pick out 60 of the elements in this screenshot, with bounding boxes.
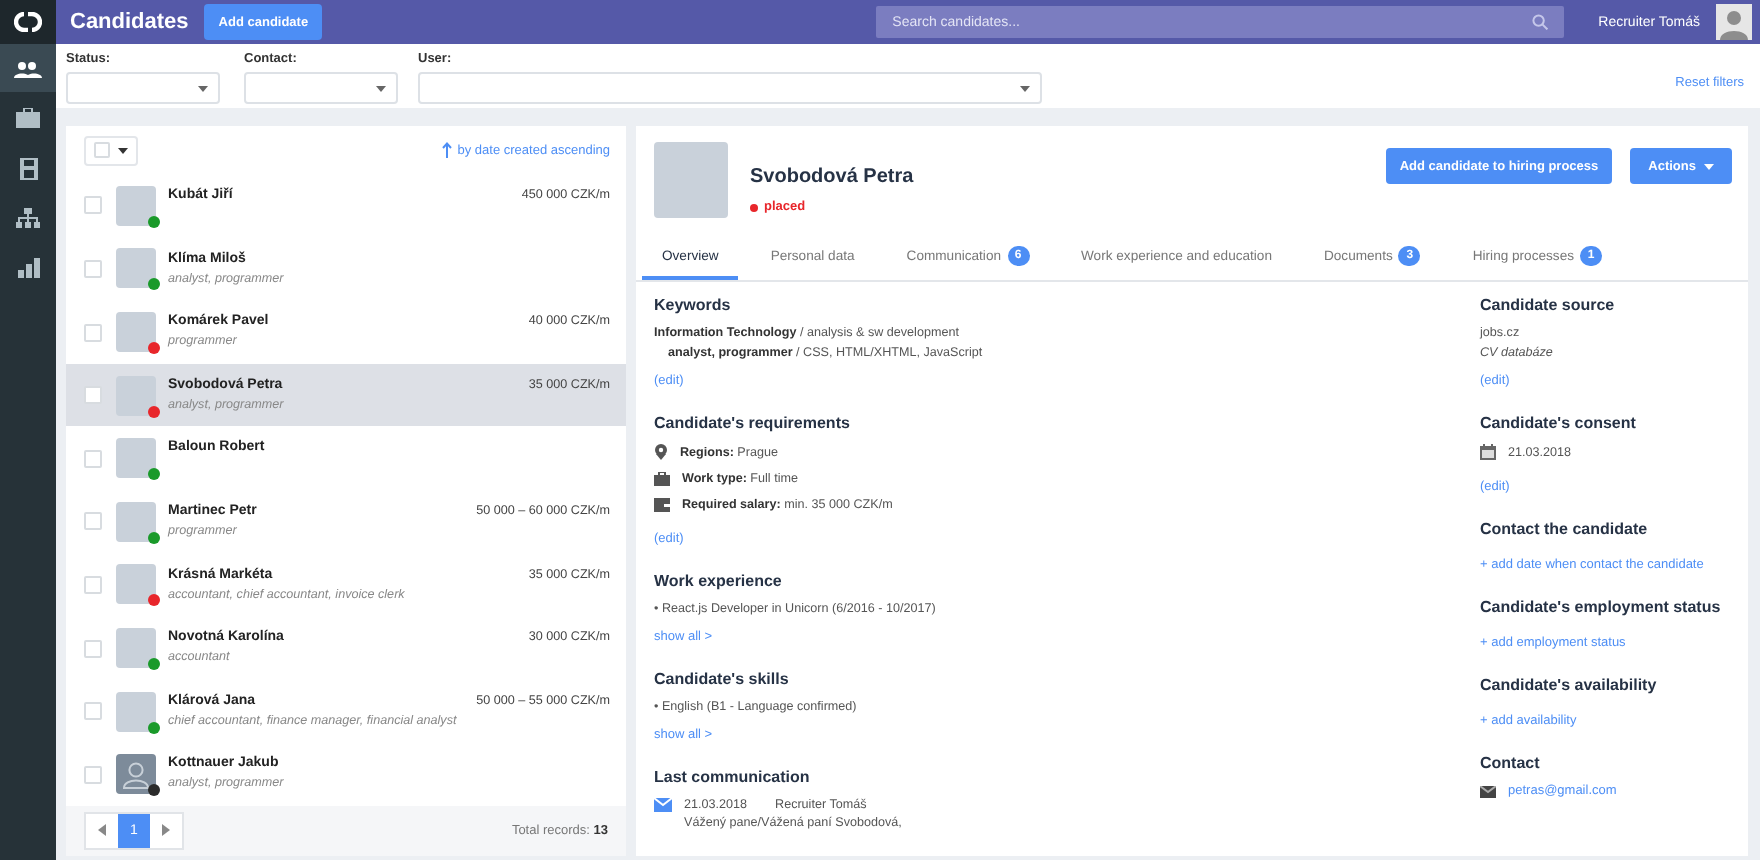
checkbox[interactable] [84, 765, 102, 784]
photo-placeholder [116, 628, 156, 668]
envelope-icon [1480, 785, 1496, 797]
section-title: Candidate's consent [1480, 414, 1636, 432]
photo-placeholder [116, 691, 156, 732]
section-title: Last communication [654, 768, 810, 786]
people-icon [14, 59, 42, 77]
checkbox[interactable] [84, 259, 102, 278]
section-title: Work experience [654, 572, 782, 590]
checkbox[interactable] [84, 639, 102, 657]
photo-placeholder [116, 501, 156, 542]
bar-chart-icon [17, 258, 39, 278]
caret-icon [198, 85, 208, 91]
caret-icon [1704, 163, 1714, 169]
photo-placeholder [116, 185, 156, 226]
section-title: Candidate's skills [654, 670, 789, 688]
section-title: Candidate's availability [1480, 676, 1657, 694]
section-title: Candidate's employment status [1480, 598, 1721, 616]
section-title: Contact [1480, 754, 1540, 772]
photo-placeholder [116, 564, 156, 605]
photo-placeholder [116, 438, 156, 479]
checkbox[interactable] [84, 449, 102, 468]
candidate-name: Svobodová Petra [750, 166, 914, 188]
hierarchy-icon [16, 208, 40, 228]
section-title: Candidate source [1480, 296, 1615, 314]
person-silhouette-icon [116, 754, 156, 795]
calendar-icon [1480, 444, 1496, 460]
avatar-icon [1716, 4, 1752, 40]
triangle-left-icon [98, 824, 106, 837]
caret-icon [376, 85, 386, 91]
bulk-select-dropdown[interactable] [84, 135, 138, 166]
pin-icon [654, 444, 668, 460]
filter-select[interactable] [418, 72, 1042, 104]
section-title: Contact the candidate [1480, 520, 1648, 538]
checkbox[interactable] [84, 323, 102, 342]
checkbox[interactable] [84, 196, 102, 215]
photo-placeholder [116, 248, 156, 289]
checkbox[interactable] [84, 575, 102, 594]
logo-icon [14, 12, 42, 32]
filter-select[interactable] [66, 72, 220, 104]
envelope-icon [654, 798, 672, 812]
checkbox[interactable] [84, 702, 102, 721]
checkbox[interactable] [84, 512, 102, 531]
section-title: Keywords [654, 296, 731, 314]
caret-icon [1020, 85, 1030, 91]
briefcase-icon [654, 472, 670, 486]
section-title: Candidate's requirements [654, 414, 850, 432]
briefcase-icon [16, 108, 40, 128]
photo-placeholder [116, 375, 156, 416]
arrow-up-icon [441, 142, 452, 159]
page-title: Candidates [70, 10, 189, 34]
caret-icon [118, 147, 128, 154]
wallet-icon [654, 498, 670, 512]
filter-select[interactable] [244, 72, 398, 104]
photo-placeholder [116, 312, 156, 353]
photo-placeholder [654, 142, 728, 218]
triangle-right-icon [162, 824, 170, 837]
search-icon [1532, 14, 1549, 30]
nav-item[interactable] [0, 44, 56, 92]
checkbox[interactable] [84, 386, 102, 405]
